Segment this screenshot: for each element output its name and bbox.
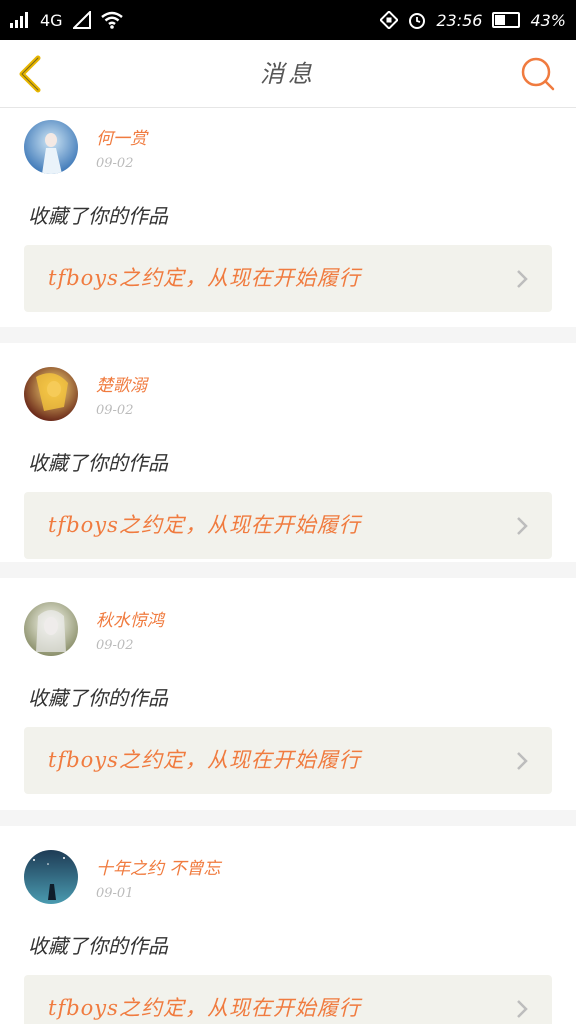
search-button[interactable]: [520, 56, 556, 92]
signal-2-icon: [72, 11, 91, 29]
message-card: 楚歌溺 09-02 收藏了你的作品 tfboys之约定，从现在开始履行: [0, 343, 576, 562]
alarm-icon: [408, 11, 426, 29]
message-action: 收藏了你的作品: [28, 451, 168, 475]
chevron-right-icon: [517, 517, 528, 535]
work-title: tfboys之约定，从现在开始履行: [48, 513, 361, 537]
user-avatar[interactable]: [24, 367, 78, 421]
work-link[interactable]: tfboys之约定，从现在开始履行: [24, 727, 552, 794]
user-name[interactable]: 十年之约 不曾忘: [96, 854, 220, 879]
wifi-icon: [100, 11, 123, 29]
message-action: 收藏了你的作品: [28, 204, 168, 228]
message-date: 09-02: [96, 156, 134, 171]
status-bar: 4G 23:56 43%: [0, 0, 576, 40]
message-date: 09-02: [96, 638, 134, 653]
message-card: 秋水惊鸿 09-02 收藏了你的作品 tfboys之约定，从现在开始履行: [0, 578, 576, 810]
chevron-right-icon: [517, 1000, 528, 1018]
work-title: tfboys之约定，从现在开始履行: [48, 996, 361, 1020]
page-title: 消息: [260, 60, 316, 88]
message-card: 十年之约 不曾忘 09-01 收藏了你的作品 tfboys之约定，从现在开始履行: [0, 826, 576, 1024]
user-avatar[interactable]: [24, 120, 78, 174]
network-type: 4G: [40, 10, 63, 30]
signal-icon: [10, 12, 30, 28]
user-name[interactable]: 秋水惊鸿: [96, 606, 164, 631]
work-title: tfboys之约定，从现在开始履行: [48, 266, 361, 290]
message-date: 09-01: [96, 886, 134, 901]
battery-percent: 43%: [530, 10, 566, 30]
message-list: 何一赏 09-02 收藏了你的作品 tfboys之约定，从现在开始履行 楚歌溺 …: [0, 108, 576, 1024]
message-action: 收藏了你的作品: [28, 934, 168, 958]
message-date: 09-02: [96, 403, 134, 418]
user-name[interactable]: 何一赏: [96, 124, 147, 149]
clock-time: 23:56: [436, 10, 483, 30]
message-card: 何一赏 09-02 收藏了你的作品 tfboys之约定，从现在开始履行: [0, 108, 576, 327]
work-link[interactable]: tfboys之约定，从现在开始履行: [24, 245, 552, 312]
chevron-right-icon: [517, 752, 528, 770]
work-link[interactable]: tfboys之约定，从现在开始履行: [24, 975, 552, 1024]
message-action: 收藏了你的作品: [28, 686, 168, 710]
user-name[interactable]: 楚歌溺: [96, 371, 147, 396]
chevron-right-icon: [517, 270, 528, 288]
user-avatar[interactable]: [24, 850, 78, 904]
user-avatar[interactable]: [24, 602, 78, 656]
rotation-lock-icon: [380, 11, 399, 29]
search-icon: [521, 57, 555, 91]
work-title: tfboys之约定，从现在开始履行: [48, 748, 361, 772]
work-link[interactable]: tfboys之约定，从现在开始履行: [24, 492, 552, 559]
battery-icon: [492, 12, 521, 28]
app-header: 消息: [0, 40, 576, 108]
